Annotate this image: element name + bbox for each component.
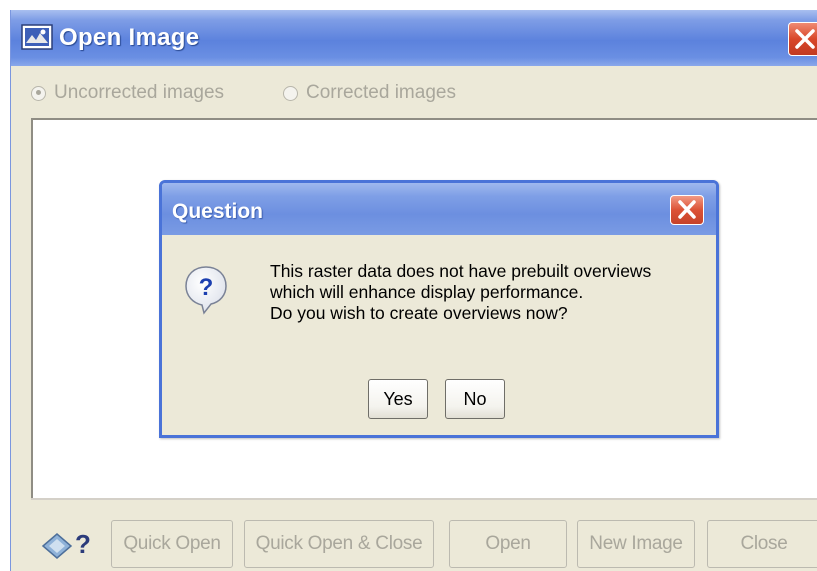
page: Open Image Uncorrected images Corrected …: [0, 0, 817, 571]
radio-label: Uncorrected images: [54, 82, 225, 103]
svg-text:?: ?: [75, 529, 91, 559]
image-window-icon: [21, 24, 53, 50]
radio-label: Corrected images: [306, 82, 456, 103]
message-line: This raster data does not have prebuilt …: [270, 261, 652, 281]
close-icon: [795, 29, 815, 49]
new-image-button[interactable]: New Image: [577, 520, 695, 568]
dialog-message: This raster data does not have prebuilt …: [270, 261, 651, 324]
radio-corrected-images[interactable]: Corrected images: [283, 82, 456, 104]
question-icon: ?: [185, 266, 227, 315]
window-close-button[interactable]: [788, 22, 817, 56]
radio-uncorrected-images[interactable]: Uncorrected images: [31, 82, 224, 104]
window-title: Open Image: [59, 24, 200, 51]
radio-button-checked[interactable]: [31, 85, 46, 101]
message-line: Do you wish to create overviews now?: [270, 303, 568, 323]
quick-open-button[interactable]: Quick Open: [111, 520, 233, 568]
open-image-window: Open Image Uncorrected images Corrected …: [10, 10, 817, 571]
close-icon: [678, 200, 696, 219]
dialog-titlebar[interactable]: Question: [162, 183, 716, 235]
dialog-close-button[interactable]: [670, 195, 704, 225]
svg-text:?: ?: [199, 274, 214, 301]
window-titlebar[interactable]: Open Image: [11, 10, 817, 66]
dialog-title: Question: [172, 200, 264, 223]
question-dialog: Question ? This raster data does not hav…: [159, 180, 719, 438]
help-icon[interactable]: ?: [39, 526, 99, 562]
open-button[interactable]: Open: [449, 520, 567, 568]
close-button[interactable]: Close: [707, 520, 817, 568]
content-area-bottom-edge: [31, 498, 817, 500]
radio-button-unchecked[interactable]: [283, 85, 298, 101]
message-line: which will enhance display performance.: [270, 282, 584, 302]
no-button[interactable]: No: [445, 379, 505, 419]
yes-button[interactable]: Yes: [368, 379, 428, 419]
quick-open-close-button[interactable]: Quick Open & Close: [244, 520, 434, 568]
